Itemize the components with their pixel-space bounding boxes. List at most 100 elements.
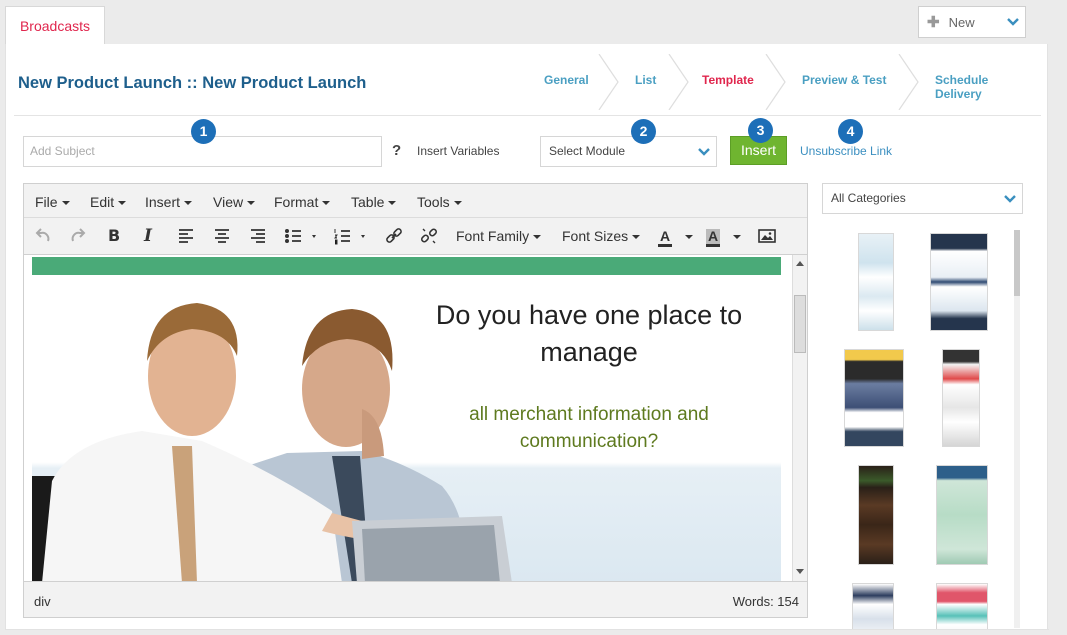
menu-insert-label: Insert bbox=[145, 194, 181, 210]
template-thumbnail[interactable] bbox=[942, 349, 980, 447]
editor-scrollbar[interactable] bbox=[792, 255, 807, 581]
scrollbar-thumb[interactable] bbox=[794, 295, 806, 353]
email-header-bar bbox=[32, 257, 781, 275]
menu-format[interactable]: Format bbox=[274, 194, 331, 210]
editor-content-area[interactable]: Do you have one place to manage all merc… bbox=[24, 255, 792, 581]
editor-toolbar: B I Font Family Font Sizes A A bbox=[24, 218, 807, 255]
plus-icon: ✚ bbox=[927, 14, 940, 31]
font-family-select[interactable]: Font Family bbox=[456, 226, 542, 246]
menu-table-label: Table bbox=[351, 194, 385, 210]
image-icon[interactable] bbox=[758, 226, 776, 246]
font-sizes-select[interactable]: Font Sizes bbox=[562, 226, 641, 246]
tab-broadcasts[interactable]: Broadcasts bbox=[5, 6, 105, 45]
step-badge-2: 2 bbox=[631, 119, 656, 144]
caret-down-icon bbox=[685, 235, 694, 240]
new-dropdown-button[interactable]: ✚ New bbox=[918, 6, 1026, 38]
step-badge-4: 4 bbox=[838, 119, 863, 144]
step-list[interactable]: List bbox=[635, 73, 656, 87]
step-badge-3: 3 bbox=[748, 118, 773, 143]
step-separator-icon bbox=[598, 54, 619, 110]
scroll-up-icon[interactable] bbox=[796, 260, 804, 266]
bullet-list-icon[interactable] bbox=[284, 226, 320, 246]
scrollbar-thumb[interactable] bbox=[1014, 230, 1020, 296]
bold-icon[interactable]: B bbox=[108, 226, 120, 246]
wizard-steps: General List Template Preview & Test Sch… bbox=[518, 54, 1038, 110]
menu-edit[interactable]: Edit bbox=[90, 194, 127, 210]
link-icon[interactable] bbox=[385, 226, 403, 246]
caret-down-icon bbox=[322, 201, 331, 206]
menu-edit-label: Edit bbox=[90, 194, 115, 210]
caret-down-icon bbox=[632, 235, 641, 240]
element-path[interactable]: div bbox=[34, 594, 51, 609]
word-count: Words: 154 bbox=[732, 594, 799, 609]
align-center-icon[interactable] bbox=[214, 226, 230, 246]
menu-view-label: View bbox=[213, 194, 244, 210]
undo-icon[interactable] bbox=[35, 226, 51, 246]
step-preview-test[interactable]: Preview & Test bbox=[802, 73, 886, 87]
template-thumbnail[interactable] bbox=[858, 465, 894, 565]
template-thumbnail[interactable] bbox=[858, 233, 894, 331]
category-select-value: All Categories bbox=[831, 191, 906, 205]
step-separator-icon bbox=[765, 54, 786, 110]
menu-format-label: Format bbox=[274, 194, 319, 210]
menu-tools[interactable]: Tools bbox=[417, 194, 462, 210]
editor-menubar: File Edit Insert View Format Table Tools bbox=[24, 184, 807, 218]
align-right-icon[interactable] bbox=[250, 226, 266, 246]
step-template[interactable]: Template bbox=[702, 73, 754, 87]
module-select[interactable]: Select Module bbox=[540, 136, 717, 167]
unsubscribe-link[interactable]: Unsubscribe Link bbox=[800, 144, 892, 158]
caret-down-icon bbox=[533, 235, 542, 240]
align-left-icon[interactable] bbox=[178, 226, 194, 246]
menu-view[interactable]: View bbox=[213, 194, 256, 210]
italic-icon[interactable]: I bbox=[144, 226, 152, 246]
step-separator-icon bbox=[668, 54, 689, 110]
page-title: New Product Launch :: New Product Launch bbox=[18, 74, 367, 92]
menu-table[interactable]: Table bbox=[351, 194, 397, 210]
step-schedule-delivery[interactable]: Schedule Delivery bbox=[935, 73, 1038, 101]
background-color-button[interactable]: A bbox=[706, 226, 742, 247]
chevron-down-icon bbox=[1004, 195, 1016, 203]
email-subheadline: all merchant information and communicati… bbox=[469, 404, 709, 452]
insert-variables-link[interactable]: Insert Variables bbox=[417, 144, 499, 158]
step-general[interactable]: General bbox=[544, 73, 589, 87]
font-family-label: Font Family bbox=[456, 228, 530, 244]
unlink-icon[interactable] bbox=[420, 226, 438, 246]
template-thumbnail[interactable] bbox=[936, 583, 988, 630]
template-thumbnail[interactable] bbox=[844, 349, 904, 447]
template-thumbnail[interactable] bbox=[852, 583, 894, 630]
step-badge-1: 1 bbox=[191, 119, 216, 144]
chevron-down-icon bbox=[698, 148, 710, 156]
redo-icon[interactable] bbox=[70, 226, 86, 246]
menu-file-label: File bbox=[35, 194, 58, 210]
top-tab-bar: Broadcasts ✚ New bbox=[0, 0, 1067, 45]
template-thumbnail[interactable] bbox=[930, 233, 988, 331]
scroll-down-icon[interactable] bbox=[796, 569, 804, 575]
caret-down-icon bbox=[184, 201, 193, 206]
new-button-label: New bbox=[948, 14, 975, 30]
email-headline: Do you have one place to manage bbox=[435, 300, 743, 367]
panel-bottom-border bbox=[6, 629, 1049, 630]
template-thumbnail[interactable] bbox=[936, 465, 988, 565]
caret-down-icon bbox=[388, 201, 397, 206]
rich-text-editor: File Edit Insert View Format Table Tools… bbox=[23, 183, 808, 618]
chevron-down-icon bbox=[1007, 18, 1019, 26]
step-separator-icon bbox=[898, 54, 919, 110]
caret-down-icon bbox=[247, 201, 256, 206]
help-icon[interactable]: ? bbox=[392, 142, 401, 159]
caret-down-icon bbox=[453, 201, 462, 206]
header-divider bbox=[14, 115, 1041, 116]
text-color-icon: A bbox=[658, 229, 673, 247]
template-gallery-scrollbar[interactable] bbox=[1014, 230, 1020, 628]
menu-file[interactable]: File bbox=[35, 194, 70, 210]
caret-down-icon bbox=[733, 235, 742, 240]
numbered-list-icon[interactable] bbox=[333, 226, 369, 246]
font-sizes-label: Font Sizes bbox=[562, 228, 629, 244]
menu-insert[interactable]: Insert bbox=[145, 194, 193, 210]
caret-down-icon bbox=[61, 201, 70, 206]
module-select-value: Select Module bbox=[549, 144, 626, 158]
menu-tools-label: Tools bbox=[417, 194, 450, 210]
template-gallery bbox=[822, 227, 1022, 630]
category-select[interactable]: All Categories bbox=[822, 183, 1023, 214]
text-color-button[interactable]: A bbox=[658, 226, 694, 247]
editor-statusbar: div Words: 154 bbox=[24, 581, 807, 617]
